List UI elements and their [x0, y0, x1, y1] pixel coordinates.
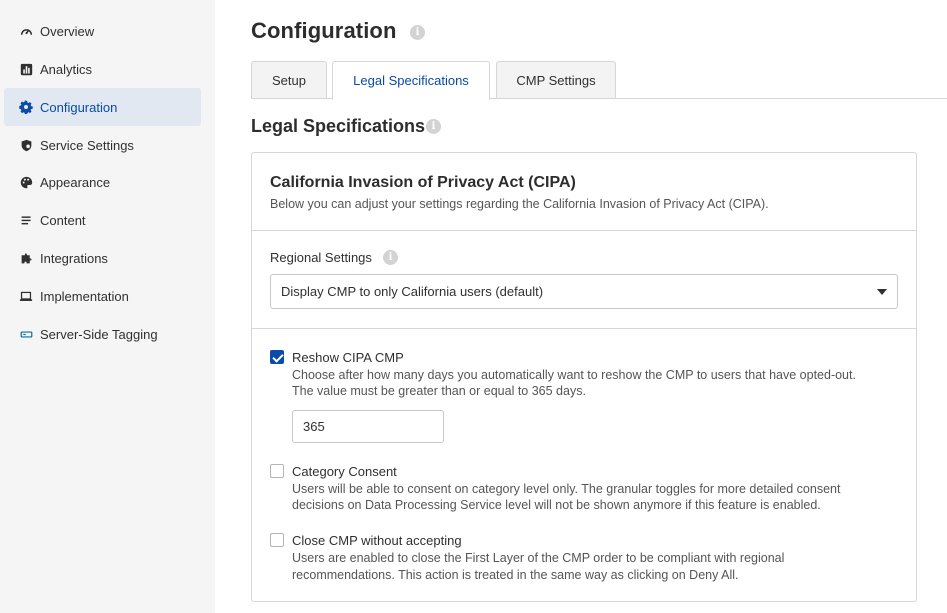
laptop-code-icon — [19, 289, 33, 303]
tab-setup[interactable]: Setup — [251, 61, 327, 99]
category-consent-title: Category Consent — [292, 464, 397, 479]
regional-settings-select[interactable]: Display CMP to only California users (de… — [270, 274, 898, 309]
reshow-cipa-title: Reshow CIPA CMP — [292, 350, 404, 365]
sidebar-item-content[interactable]: Content — [4, 201, 201, 239]
divider — [252, 328, 916, 329]
close-cmp-desc-line2: recommendations. This action is treated … — [292, 568, 739, 582]
sidebar: Overview Analytics Configuration Service… — [0, 0, 215, 613]
sidebar-item-integrations[interactable]: Integrations — [4, 239, 201, 277]
sidebar-item-label: Analytics — [40, 61, 93, 77]
info-icon[interactable]: i — [426, 119, 441, 134]
sidebar-item-label: Configuration — [40, 99, 118, 115]
gear-icon — [19, 100, 33, 114]
palette-icon — [19, 175, 33, 189]
page-title: Configuration — [251, 18, 397, 43]
section-title: Legal Specifications — [251, 116, 426, 136]
info-icon[interactable]: i — [383, 250, 398, 265]
shield-icon — [19, 138, 33, 152]
server-icon — [19, 327, 33, 341]
category-consent-desc-line1: Users will be able to consent on categor… — [292, 482, 841, 496]
sidebar-item-analytics[interactable]: Analytics — [4, 50, 201, 88]
sidebar-item-label: Content — [40, 212, 86, 228]
bar-chart-icon — [19, 62, 33, 76]
sidebar-item-appearance[interactable]: Appearance — [4, 163, 201, 201]
regional-settings-label: Regional Settings — [270, 250, 372, 265]
sidebar-item-server-side-tagging[interactable]: Server-Side Tagging — [4, 315, 201, 353]
cipa-card: California Invasion of Privacy Act (CIPA… — [251, 152, 917, 602]
sidebar-item-label: Integrations — [40, 250, 108, 266]
info-icon[interactable]: i — [410, 25, 425, 40]
reshow-cipa-checkbox[interactable] — [270, 350, 284, 364]
reshow-cipa-desc-line2: The value must be greater than or equal … — [292, 384, 586, 398]
divider — [252, 230, 916, 231]
reshow-cipa-desc-line1: Choose after how many days you automatic… — [292, 368, 856, 382]
reshow-days-input[interactable] — [292, 410, 444, 443]
tab-legal-specifications[interactable]: Legal Specifications — [332, 61, 490, 100]
card-description: Below you can adjust your settings regar… — [270, 197, 769, 211]
sidebar-item-label: Service Settings — [40, 137, 134, 153]
close-cmp-desc-line1: Users are enabled to close the First Lay… — [292, 551, 785, 565]
caret-down-icon — [877, 289, 887, 295]
sidebar-item-configuration[interactable]: Configuration — [4, 88, 201, 126]
sidebar-item-label: Appearance — [40, 174, 111, 190]
category-consent-checkbox[interactable] — [270, 464, 284, 478]
sidebar-item-label: Server-Side Tagging — [40, 326, 158, 342]
close-cmp-title: Close CMP without accepting — [292, 533, 462, 548]
sidebar-item-overview[interactable]: Overview — [4, 12, 201, 50]
sidebar-item-label: Overview — [40, 23, 95, 39]
tab-cmp-settings[interactable]: CMP Settings — [496, 61, 616, 99]
close-cmp-checkbox[interactable] — [270, 533, 284, 547]
select-value: Display CMP to only California users (de… — [281, 284, 544, 299]
sidebar-item-label: Implementation — [40, 288, 129, 304]
puzzle-icon — [19, 251, 33, 265]
card-title: California Invasion of Privacy Act (CIPA… — [270, 174, 576, 191]
category-consent-desc-line2: decisions on Data Processing Service lev… — [292, 498, 821, 512]
sidebar-item-implementation[interactable]: Implementation — [4, 277, 201, 315]
list-icon — [19, 213, 33, 227]
sidebar-item-service-settings[interactable]: Service Settings — [4, 126, 201, 164]
gauge-icon — [19, 24, 33, 38]
